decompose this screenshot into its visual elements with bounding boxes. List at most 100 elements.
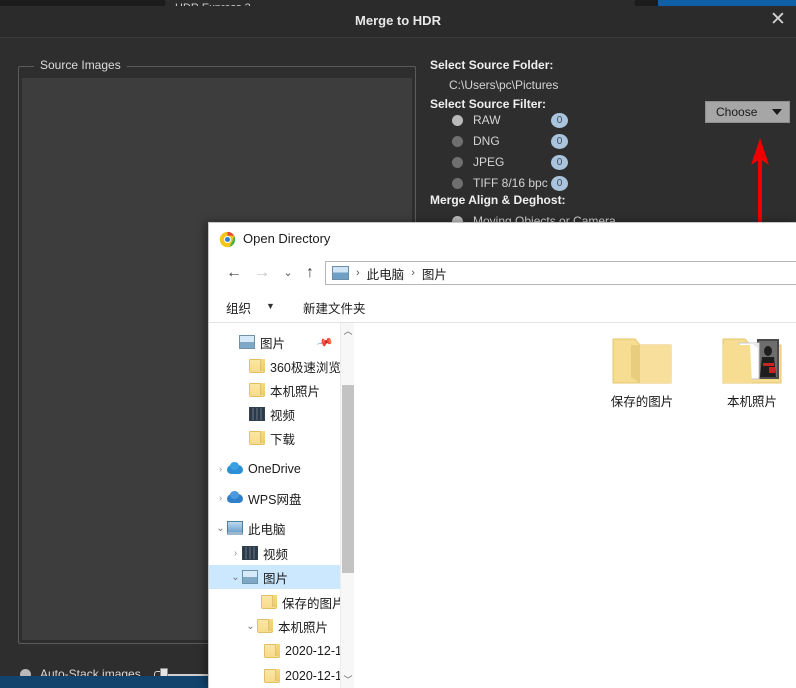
pictures-icon [242, 570, 258, 584]
computer-icon [227, 521, 243, 535]
tree-item-local-photos[interactable]: ⌄ 本机照片 [209, 614, 354, 638]
filter-count-dng: 0 [551, 134, 568, 149]
tree-item-label: WPS网盘 [248, 489, 301, 508]
chevron-down-icon[interactable]: ⌄ [244, 621, 257, 632]
breadcrumb-separator: › [411, 267, 415, 279]
tree-item-label: OneDrive [248, 462, 301, 476]
arrow-up-icon[interactable]: ↑ [299, 263, 321, 283]
chevron-down-icon[interactable]: ﹀ [341, 672, 355, 688]
open-directory-window: Open Directory ← → ⌄ ↑ › 此电脑 › 图片 组织 ▼ 新… [208, 222, 796, 688]
navigation-pane-scrollbar[interactable]: ︿ ﹀ [340, 323, 354, 688]
folder-icon [249, 359, 265, 373]
breadcrumb-separator: › [356, 267, 360, 279]
choose-folder-button-label: Choose [716, 105, 757, 119]
filter-count-tiff: 0 [551, 176, 568, 191]
tree-item-local-photos-quick[interactable]: 本机照片 [209, 378, 354, 402]
pin-icon[interactable]: 📌 [316, 333, 334, 351]
folder-icon [261, 595, 277, 609]
source-images-label: Source Images [34, 58, 127, 72]
radio-dot-icon [452, 157, 463, 168]
tree-item-this-pc[interactable]: ⌄ 此电脑 [209, 516, 354, 540]
tree-item-quick-pictures[interactable]: 图片 📌 [209, 330, 354, 354]
tree-item-2020-12-10-b[interactable]: 2020-12-10 [209, 664, 354, 688]
choose-folder-button[interactable]: Choose [705, 101, 790, 123]
tree-item-videos-quick[interactable]: 视频 [209, 402, 354, 426]
tree-item-label: 本机照片 [278, 617, 328, 636]
filter-option-dng[interactable]: DNG [452, 134, 500, 148]
chevron-down-icon[interactable]: ⌄ [229, 572, 242, 583]
radio-dot-icon [452, 115, 463, 126]
video-icon [242, 546, 258, 560]
filter-count-raw: 0 [551, 113, 568, 128]
chevron-up-icon[interactable]: ︿ [341, 323, 355, 339]
tree-item-label: 图片 [260, 333, 285, 352]
explorer-navbar: ← → ⌄ ↑ › 此电脑 › 图片 [209, 255, 796, 290]
filter-label-tiff: TIFF 8/16 bpc [473, 176, 548, 190]
cloud-icon [227, 462, 243, 476]
source-folder-path: C:\Users\pc\Pictures [449, 78, 558, 92]
tree-item-pictures[interactable]: ⌄ 图片 [209, 565, 354, 589]
folder-icon [264, 644, 280, 658]
file-list-pane[interactable]: 保存的图片 [355, 323, 796, 688]
arrow-left-icon[interactable]: ← [223, 263, 245, 283]
scrollbar-thumb[interactable] [342, 385, 354, 573]
tree-item-label: 下载 [270, 429, 295, 448]
new-folder-button[interactable]: 新建文件夹 [303, 298, 366, 317]
filter-option-tiff[interactable]: TIFF 8/16 bpc [452, 176, 548, 190]
pictures-icon [332, 266, 349, 280]
chevron-right-icon[interactable]: › [214, 493, 227, 504]
chevron-down-icon[interactable]: ▼ [266, 301, 275, 311]
tree-item-label: 视频 [263, 544, 288, 563]
file-item-local-photos[interactable]: 本机照片 [697, 333, 796, 410]
folder-icon [257, 619, 273, 633]
tree-item-360browser[interactable]: 360极速浏览器下 [209, 354, 354, 378]
file-item-saved-pictures[interactable]: 保存的图片 [587, 333, 697, 410]
organize-menu-button[interactable]: 组织 [226, 298, 251, 317]
chevron-right-icon[interactable]: › [229, 548, 242, 559]
tree-item-2020-12-10-a[interactable]: 2020-12-10_ [209, 639, 354, 663]
breadcrumb-this-pc[interactable]: 此电脑 [367, 264, 405, 283]
filter-count-jpeg: 0 [551, 155, 568, 170]
folder-icon [611, 333, 673, 385]
folder-icon [249, 431, 265, 445]
file-item-label: 保存的图片 [587, 391, 697, 410]
select-source-filter-heading: Select Source Filter: [430, 97, 546, 111]
address-bar[interactable]: › 此电脑 › 图片 [325, 261, 796, 285]
folder-icon [264, 669, 280, 683]
tree-item-label: 视频 [270, 405, 295, 424]
tree-item-label: 本机照片 [270, 381, 320, 400]
file-item-label: 本机照片 [697, 391, 796, 410]
tree-item-saved-pictures[interactable]: 保存的图片 [209, 590, 354, 614]
chevron-down-icon[interactable]: ⌄ [277, 263, 299, 283]
pictures-icon [239, 335, 255, 349]
navigation-pane: 图片 📌 360极速浏览器下 本机照片 视频 下载 › [209, 323, 354, 688]
explorer-toolbar: 组织 ▼ 新建文件夹 [209, 290, 796, 323]
screenshot-root: HDR Express 3 ⌄ Merge to HDR ✕ Source Im… [0, 0, 796, 688]
filter-label-jpeg: JPEG [473, 155, 504, 169]
filter-label-dng: DNG [473, 134, 500, 148]
merge-align-heading: Merge Align & Deghost: [430, 193, 566, 207]
open-directory-title: Open Directory [243, 231, 330, 246]
merge-to-hdr-titlebar: Merge to HDR ✕ [0, 6, 796, 38]
filter-option-jpeg[interactable]: JPEG [452, 155, 504, 169]
radio-dot-icon [452, 178, 463, 189]
radio-dot-icon [452, 136, 463, 147]
tree-item-label: 图片 [263, 568, 288, 587]
arrow-right-icon[interactable]: → [251, 263, 273, 283]
filter-option-raw[interactable]: RAW [452, 113, 501, 127]
merge-to-hdr-close-icon[interactable]: ✕ [766, 8, 790, 32]
filter-label-raw: RAW [473, 113, 501, 127]
tree-item-downloads[interactable]: 下载 [209, 426, 354, 450]
chevron-down-icon[interactable]: ⌄ [214, 523, 227, 534]
merge-to-hdr-title: Merge to HDR [0, 13, 796, 28]
video-icon [249, 407, 265, 421]
chevron-down-icon [772, 109, 782, 115]
select-source-folder-heading: Select Source Folder: [430, 58, 553, 72]
tree-item-label: 此电脑 [248, 519, 286, 538]
open-directory-titlebar: Open Directory [209, 223, 796, 255]
tree-item-videos[interactable]: › 视频 [209, 541, 354, 565]
breadcrumb-pictures[interactable]: 图片 [422, 264, 447, 283]
tree-item-onedrive[interactable]: › OneDrive [209, 457, 354, 481]
chevron-right-icon[interactable]: › [214, 464, 227, 475]
tree-item-wps-cloud[interactable]: › WPS网盘 [209, 486, 354, 510]
